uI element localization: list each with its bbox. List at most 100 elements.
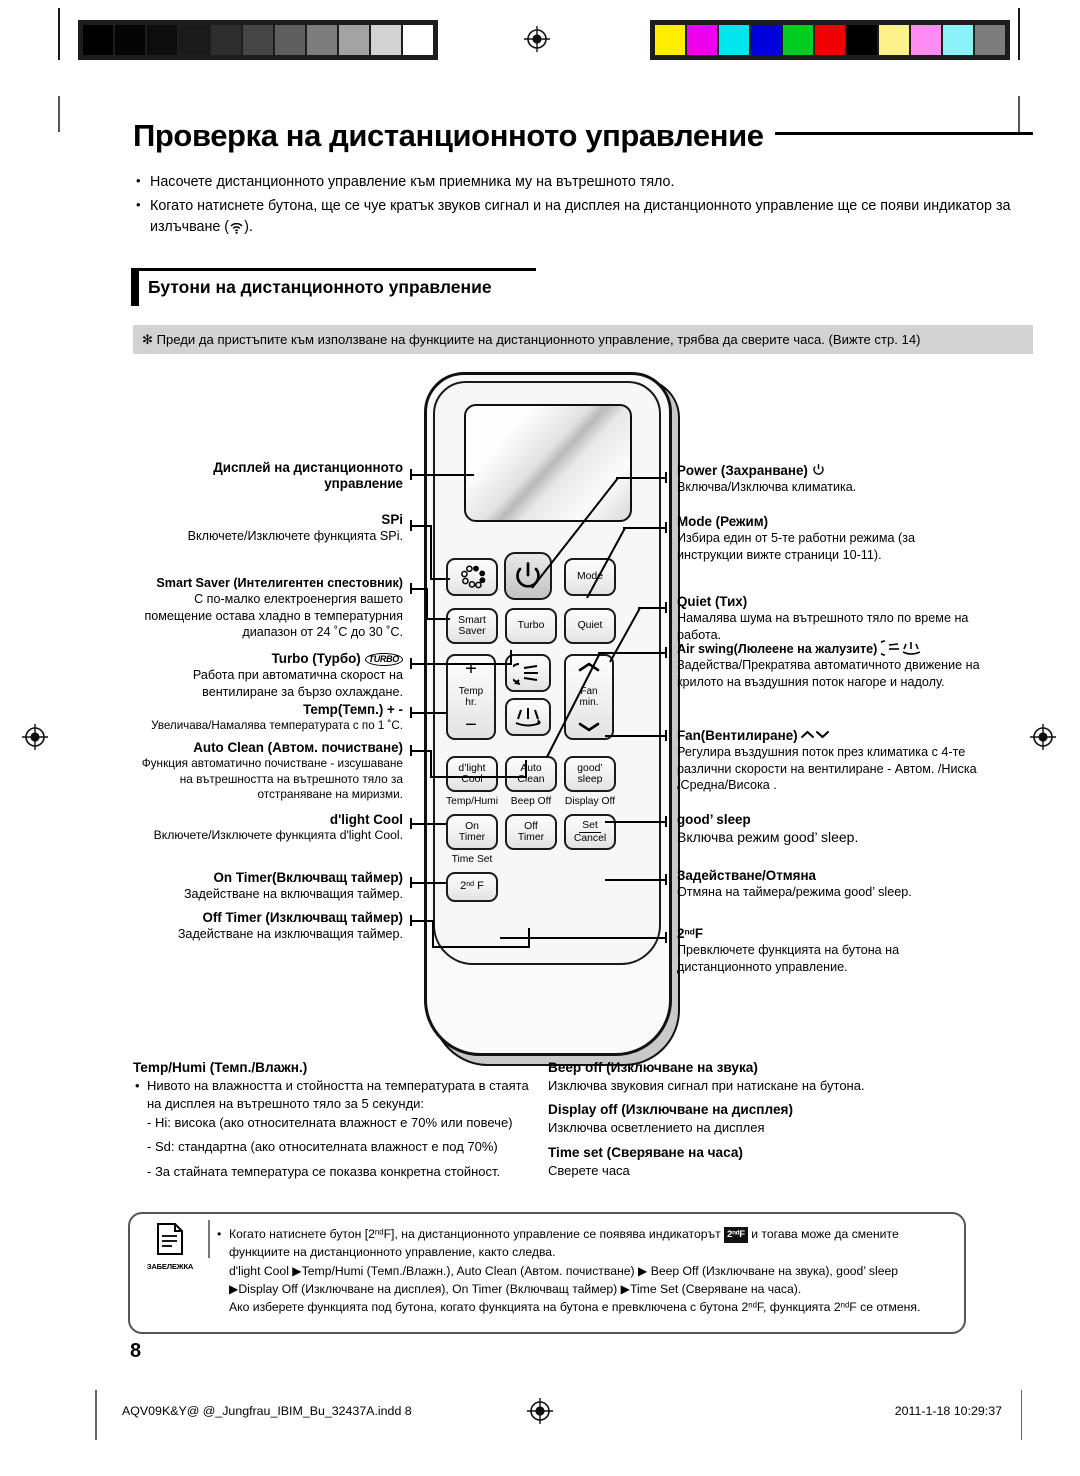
second-function-badge-icon: 2ndF [724, 1227, 748, 1244]
color-swatch-0 [655, 25, 685, 55]
smart-saver-button[interactable]: Smart Saver [446, 608, 498, 644]
grayscale-swatch-0 [83, 25, 113, 55]
temp-humi-section: Temp/Humi (Темп./Влажн.) Нивото на влажн… [133, 1060, 538, 1181]
grayscale-swatch-10 [403, 25, 433, 55]
second-function-button[interactable]: 2nd F [446, 872, 498, 902]
turbo-button[interactable]: Turbo [505, 608, 557, 644]
callout-good-sleep-body: Включва режим good’ sleep. [677, 829, 859, 846]
callout-fan-title-text: Fan(Вентилиране) [677, 728, 798, 743]
callout-auto-clean-title: Auto Clean (Автом. почистване) [193, 740, 403, 755]
registration-mark-right [1030, 724, 1056, 750]
page-header: Проверка на дистанционното управление [133, 118, 1033, 154]
leader-display [412, 474, 474, 476]
callout-set-cancel-title: Задействане/Отмяна [677, 868, 817, 883]
on-timer-label-2: Timer [458, 832, 486, 843]
spi-button[interactable] [446, 558, 498, 596]
grayscale-swatch-3 [179, 25, 209, 55]
callout-mode-body: Избира един от 5-те работни режима (за и… [677, 531, 915, 562]
dlight-cool-button[interactable]: d’light Cool [446, 756, 498, 792]
off-timer-button[interactable]: Off Timer [505, 814, 557, 850]
leader-temp [412, 712, 446, 714]
intro-bullet-2: Когато натиснете бутона, ще се чуе кратъ… [133, 195, 1038, 242]
callout-display-title-1: Дисплей на дистанционното [213, 460, 403, 475]
callout-display-title-2: управление [324, 476, 403, 492]
off-timer-label-2: Timer [517, 832, 545, 843]
leader-autoclean-h2 [430, 776, 527, 778]
temp-rocker-button[interactable]: + Temp hr. − [446, 654, 496, 740]
set-cancel-button[interactable]: Set Cancel [564, 814, 616, 850]
color-swatch-10 [975, 25, 1005, 55]
callout-off-timer-body: Задействане на изключващия таймер. [177, 927, 403, 942]
callouts-left-column: Дисплей на дистанционното управление [133, 460, 403, 495]
time-set-title: Time set (Сверяване на часа) [548, 1144, 743, 1160]
note-line-1: Когато натиснете бутон [2ndF], на дистан… [216, 1225, 958, 1244]
leader-tick-temp [410, 707, 412, 718]
note-divider [208, 1220, 210, 1258]
footer-filename: AQV09K&Y@ @_Jungfrau_IBIM_Bu_32437A.indd… [122, 1404, 412, 1418]
callout-air-swing-body: Задейства/Прекратява автоматичното движе… [677, 658, 980, 689]
leader-tick-2ndf [665, 932, 667, 943]
callout-spi: SPi Включете/Изключете функцията SPi. [133, 512, 403, 545]
callout-air-swing: Air swing(Люлеене на жалузите) Задейства… [677, 640, 987, 690]
temp-humi-sublabel: Temp/Humi [445, 796, 499, 807]
corner-rule-left [58, 96, 60, 132]
callout-temp-body: Увеличава/Намалява температурата с по 1 … [151, 719, 403, 733]
leader-tick-mode [665, 522, 667, 533]
callout-turbo: Turbo (Турбо) TURBO Работа при автоматич… [133, 651, 403, 700]
calibration-strip [0, 0, 1080, 80]
callout-good-sleep-title: good’ sleep [677, 812, 751, 827]
good-sleep-label-2: sleep [577, 774, 603, 785]
leader-spi-h2 [430, 578, 450, 580]
color-swatch-7 [879, 25, 909, 55]
callout-dlight-cool-title: d'light Cool [329, 812, 403, 827]
intro-bullet-1-text: Насочете дистанционното управление към п… [150, 174, 675, 190]
leader-2ndf [500, 937, 667, 939]
turbo-button-label: Turbo [517, 620, 545, 632]
time-set-sublabel: Time Set [451, 854, 493, 865]
section-title: Бутони на дистанционното управление [148, 277, 492, 297]
grayscale-swatch-6 [275, 25, 305, 55]
leader-tick-autoclean [410, 745, 412, 756]
note-line-4: ▶Display Off (Изключване на дисплея), On… [229, 1281, 802, 1296]
callout-spi-body: Включете/Изключете функцията SPi. [187, 529, 403, 544]
callout-set-cancel-body: Отмяна на таймера/режима good’ sleep. [677, 885, 912, 900]
note-line-3: d'light Cool ▶Temp/Humi (Темп./Влажн.), … [229, 1263, 899, 1278]
grayscale-swatch-1 [115, 25, 145, 55]
leader-fan [605, 735, 667, 737]
on-timer-button[interactable]: On Timer [446, 814, 498, 850]
callout-auto-clean-body: Функция автоматично почистване - изсушав… [141, 756, 403, 801]
callout-dlight-cool-body: Включете/Изключете функцията d'light Coo… [153, 828, 403, 843]
callout-smart-saver-title: Smart Saver (Интелигентен спестовник) [156, 576, 403, 590]
callout-off-timer-title: Off Timer (Изключващ таймер) [202, 910, 403, 925]
temp-label-main: Temp [458, 686, 484, 697]
leader-offtimer [412, 920, 434, 922]
auto-clean-label-1: Auto [520, 762, 542, 774]
smart-saver-label-2: Saver [458, 626, 486, 637]
note-line-5-a: Ако изберете функцията под бутона, когат… [229, 1300, 749, 1315]
callout-second-function: 2ndF Превключете функцията на бутона на … [677, 926, 977, 975]
leader-tick-fan [665, 730, 667, 741]
leader-tick-power [665, 472, 667, 483]
intro-bullet-list: Насочете дистанционното управление към п… [133, 171, 1038, 244]
turbo-icon: TURBO [364, 653, 403, 666]
leader-autoclean-v [430, 750, 432, 778]
leader-tick-offtimer [410, 915, 412, 926]
callout-auto-clean: Auto Clean (Автом. почистване) Функция а… [133, 740, 403, 802]
page-number: 8 [130, 1340, 142, 1362]
callout-fan-title: Fan(Вентилиране) [677, 728, 977, 744]
note-document-icon [157, 1223, 183, 1255]
callout-quiet-title: Quiet (Тих) [677, 594, 748, 609]
leader-spi-v [430, 525, 432, 580]
temp-humi-bullet: Нивото на влажността и стойността на тем… [133, 1077, 538, 1114]
temp-center-label: Temp hr. [459, 686, 483, 708]
registration-mark-left [22, 724, 48, 750]
leader-tick-goodsleep [665, 816, 667, 827]
crop-mark-top-left-v [58, 8, 60, 60]
callout-display: Дисплей на дистанционното управление [133, 460, 403, 493]
leader-tick-display [410, 469, 412, 480]
callout-quiet: Quiet (Тих) Намалява шума на вътрешното … [677, 594, 977, 643]
leader-ontimer [412, 882, 446, 884]
leader-goodsleep [605, 821, 667, 823]
callout-turbo-title: Turbo (Турбо) TURBO [133, 651, 403, 667]
beep-off-section: Beep off (Изключване на звука) Изключва … [548, 1060, 968, 1095]
